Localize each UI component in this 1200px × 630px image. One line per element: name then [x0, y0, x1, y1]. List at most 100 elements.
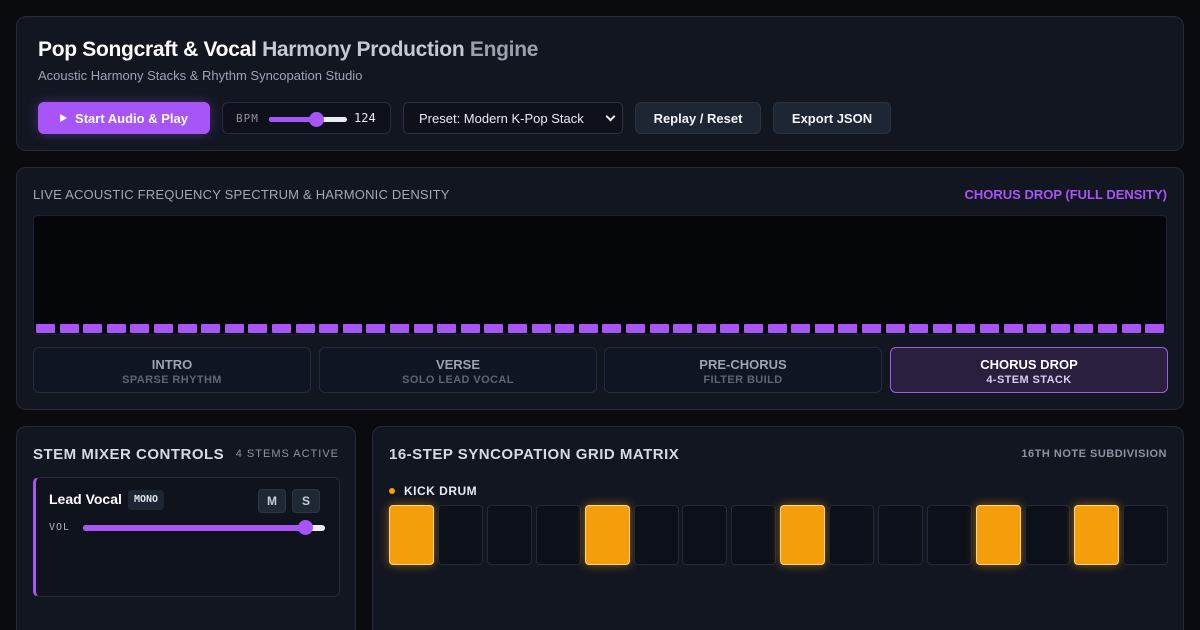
spectrum-bar — [295, 324, 315, 333]
sequencer-panel: 16-STEP SYNCOPATION GRID MATRIX 16TH NOT… — [372, 426, 1184, 630]
track-name: KICK DRUM — [404, 484, 478, 498]
step-cell[interactable] — [878, 505, 923, 565]
spectrum-bar — [673, 324, 693, 333]
bpm-slider-thumb[interactable] — [308, 112, 324, 127]
spectrum-bar — [272, 324, 291, 333]
step-cell[interactable] — [1024, 505, 1070, 565]
section-description: SPARSE RHYTHM — [122, 374, 222, 386]
section-name: INTRO — [151, 357, 193, 372]
spectrum-bar — [626, 324, 645, 333]
section-name: PRE-CHORUS — [699, 357, 787, 372]
volume-slider[interactable] — [83, 520, 325, 535]
spectrum-bar — [508, 324, 527, 333]
play-icon — [60, 114, 68, 122]
preset-selected-value: Preset: Modern K-Pop Stack — [419, 110, 584, 126]
section-status: CHORUS DROP (FULL DENSITY) — [964, 187, 1167, 202]
spectrum-bar — [342, 324, 362, 333]
spectrum-heading: LIVE ACOUSTIC FREQUENCY SPECTRUM & HARMO… — [33, 187, 450, 202]
step-cell[interactable] — [584, 505, 630, 565]
step-cell[interactable] — [1073, 505, 1119, 565]
title-part-3: Engine — [469, 38, 539, 61]
subdivision-label: 16TH NOTE SUBDIVISION — [1021, 448, 1167, 460]
step-cell[interactable] — [1122, 505, 1168, 565]
title-part-2: Harmony Production — [262, 38, 465, 61]
spectrum-bar — [838, 324, 858, 333]
replay-reset-button[interactable]: Replay / Reset — [635, 102, 761, 134]
start-audio-play-button[interactable]: Start Audio & Play — [38, 102, 210, 134]
track-color-dot — [389, 488, 395, 494]
step-cell[interactable] — [389, 505, 434, 565]
spectrum-bar — [177, 324, 197, 333]
step-cell[interactable] — [731, 505, 777, 565]
solo-button[interactable]: S — [292, 489, 320, 513]
section-description: SOLO LEAD VOCAL — [402, 374, 514, 386]
app-subtitle: Acoustic Harmony Stacks & Rhythm Syncopa… — [38, 68, 363, 83]
spectrum-canvas — [33, 215, 1167, 335]
bpm-control: BPM 124 — [222, 102, 391, 134]
mute-button[interactable]: M — [258, 489, 286, 513]
stem-mixer-panel: STEM MIXER CONTROLS 4 STEMS ACTIVE Lead … — [16, 426, 356, 630]
title-part-1: Pop Songcraft & Vocal — [38, 38, 257, 61]
step-cell[interactable] — [437, 505, 483, 565]
active-stems-count: 4 STEMS ACTIVE — [235, 448, 339, 460]
spectrum-bar — [484, 324, 504, 333]
step-cell[interactable] — [780, 505, 826, 565]
step-cell[interactable] — [535, 505, 581, 565]
spectrum-bar — [956, 324, 976, 333]
spectrum-bar — [130, 324, 150, 333]
mixer-heading: STEM MIXER CONTROLS — [33, 446, 225, 463]
sequencer-heading: 16-STEP SYNCOPATION GRID MATRIX — [389, 446, 680, 463]
section-button-intro[interactable]: INTRO SPARSE RHYTHM — [33, 347, 311, 393]
spectrum-bar — [602, 324, 622, 333]
spectrum-bar — [36, 324, 55, 333]
app-title: Pop Songcraft & Vocal Harmony Production… — [38, 38, 538, 62]
stem-card-lead-vocal: Lead Vocal MONO M S VOL — [33, 477, 340, 597]
bpm-slider[interactable] — [269, 112, 347, 127]
step-cell[interactable] — [682, 505, 728, 565]
spectrum-bar — [932, 324, 952, 333]
section-description: FILTER BUILD — [703, 374, 783, 386]
bpm-value: 124 — [354, 111, 376, 125]
spectrum-bar — [649, 324, 669, 333]
spectrum-bar — [366, 324, 386, 333]
spectrum-bar — [980, 324, 999, 333]
section-name: VERSE — [435, 357, 481, 372]
spectrum-bar — [390, 324, 409, 333]
spectrum-bar — [720, 324, 740, 333]
spectrum-bar — [909, 324, 929, 333]
spectrum-bar — [248, 324, 268, 333]
section-button-verse[interactable]: VERSE SOLO LEAD VOCAL — [319, 347, 597, 393]
header-panel: Pop Songcraft & Vocal Harmony Production… — [16, 16, 1184, 151]
step-cell[interactable] — [926, 505, 972, 565]
spectrum-bar — [1027, 324, 1047, 333]
step-cell[interactable] — [975, 505, 1021, 565]
section-name: CHORUS DROP — [980, 357, 1078, 372]
step-cell[interactable] — [486, 505, 532, 565]
spectrum-bar — [696, 324, 716, 333]
spectrum-panel: LIVE ACOUSTIC FREQUENCY SPECTRUM & HARMO… — [16, 167, 1184, 410]
spectrum-bar — [460, 324, 480, 333]
spectrum-bar — [83, 324, 103, 333]
spectrum-bar — [201, 324, 221, 333]
section-button-chorus-drop[interactable]: CHORUS DROP 4-STEM STACK — [890, 347, 1168, 393]
spectrum-bar — [106, 324, 126, 333]
spectrum-bar — [1050, 324, 1070, 333]
export-json-button[interactable]: Export JSON — [773, 102, 891, 134]
stem-channel-badge: MONO — [128, 490, 165, 510]
bpm-label: BPM — [236, 112, 259, 125]
spectrum-bar — [1074, 324, 1094, 333]
spectrum-bar — [862, 324, 881, 333]
preset-select[interactable]: Preset: Modern K-Pop Stack — [403, 102, 623, 134]
spectrum-bar — [531, 324, 551, 333]
chevron-down-icon — [605, 111, 616, 122]
section-button-pre-chorus[interactable]: PRE-CHORUS FILTER BUILD — [604, 347, 882, 393]
spectrum-bar — [1003, 324, 1023, 333]
volume-slider-thumb[interactable] — [297, 520, 313, 535]
stem-name: Lead Vocal — [49, 491, 122, 507]
volume-slider-fill — [83, 525, 306, 531]
spectrum-bar — [319, 324, 339, 333]
spectrum-bar — [224, 324, 244, 333]
step-cell[interactable] — [633, 505, 679, 565]
step-cell[interactable] — [829, 505, 875, 565]
spectrum-bar — [1121, 324, 1141, 333]
